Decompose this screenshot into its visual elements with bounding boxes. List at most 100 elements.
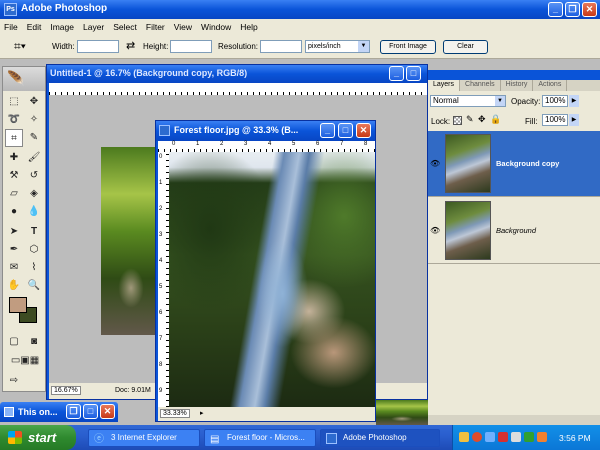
notes-tool-icon[interactable]: ✉ <box>5 259 23 277</box>
resolution-input[interactable] <box>260 40 302 53</box>
lock-label: Lock: <box>431 117 451 126</box>
tab-channels[interactable]: Channels <box>460 80 501 91</box>
crop-tool-icon[interactable]: ⌗▾ <box>14 39 26 54</box>
opacity-arrow-icon[interactable]: ▶ <box>569 95 579 107</box>
height-input[interactable] <box>170 40 212 53</box>
menu-item-image[interactable]: Image <box>50 22 74 32</box>
quick-mask-off-icon[interactable]: ▢ <box>5 333 23 351</box>
doc2-minimize-button[interactable]: _ <box>320 123 335 138</box>
task-internet-explorer[interactable]: ⓔ 3 Internet Explorer <box>88 429 200 447</box>
hand-tool-icon[interactable]: ✋ <box>5 277 23 295</box>
layer-row-background[interactable]: 👁 Background <box>428 198 600 264</box>
tray-icon-7[interactable] <box>537 432 547 442</box>
forest-image[interactable] <box>169 152 375 409</box>
mini-close-button[interactable]: ✕ <box>100 404 115 419</box>
doc1-horizontal-ruler <box>49 83 427 95</box>
ruler-label: 2 <box>159 206 163 212</box>
lock-all-icon[interactable]: 🔒 <box>490 114 501 125</box>
doc1-minimize-button[interactable]: _ <box>389 66 404 81</box>
dodge-tool-icon[interactable]: ● <box>5 203 23 221</box>
crop-tool-icon[interactable]: ⌗ <box>5 129 23 147</box>
lock-brush-icon[interactable]: ✎ <box>466 114 474 125</box>
minimized-window[interactable]: This on... ❐ □ ✕ <box>0 402 118 422</box>
tray-icon-5[interactable] <box>511 432 521 442</box>
tray-icon-3[interactable] <box>485 432 495 442</box>
screen-mode-icon[interactable]: ▭▣▦ <box>7 352 43 370</box>
mini-restore-button[interactable]: ❐ <box>66 404 81 419</box>
blur-tool-icon[interactable]: 💧 <box>25 203 43 221</box>
tray-icon-4[interactable] <box>498 432 508 442</box>
eraser-tool-icon[interactable]: ▱ <box>5 185 23 203</box>
fill-arrow-icon[interactable]: ▶ <box>569 114 579 126</box>
close-button[interactable]: ✕ <box>582 2 597 17</box>
foreground-color-swatch[interactable] <box>9 297 27 313</box>
doc2-title-bar[interactable]: Forest floor.jpg @ 33.3% (B... _ □ ✕ <box>156 121 375 141</box>
layer-name[interactable]: Background <box>496 226 536 235</box>
menu-item-filter[interactable]: Filter <box>146 22 165 32</box>
tab-actions[interactable]: Actions <box>533 80 568 91</box>
history-brush-tool-icon[interactable]: ↺ <box>25 167 43 185</box>
lock-move-icon[interactable]: ✥ <box>478 114 486 125</box>
type-tool-icon[interactable]: T <box>25 223 43 241</box>
tab-layers[interactable]: Layers <box>428 80 461 91</box>
brush-tool-icon[interactable]: 🖌 <box>25 149 43 167</box>
tray-icon-2[interactable] <box>472 432 482 442</box>
doc2-zoom[interactable]: 33.33% <box>160 409 190 418</box>
lasso-tool-icon[interactable]: ➰ <box>5 111 23 129</box>
magic-wand-tool-icon[interactable]: ✧ <box>25 111 43 129</box>
jump-to-imageready-icon[interactable]: ⇨ <box>5 372 23 390</box>
menu-item-layer[interactable]: Layer <box>83 22 104 32</box>
doc1-title-bar[interactable]: Untitled-1 @ 16.7% (Background copy, RGB… <box>47 65 427 83</box>
shape-tool-icon[interactable]: ⬡ <box>25 241 43 259</box>
paint-bucket-tool-icon[interactable]: ◈ <box>25 185 43 203</box>
eye-icon[interactable]: 👁 <box>430 159 440 168</box>
toolbox-header[interactable]: 🪶 <box>3 67 45 91</box>
zoom-tool-icon[interactable]: 🔍 <box>25 277 43 295</box>
tray-icon-1[interactable] <box>459 432 469 442</box>
units-select[interactable]: pixels/inch ▼ <box>305 40 370 53</box>
path-selection-tool-icon[interactable]: ➤ <box>5 223 23 241</box>
eyedropper-tool-icon[interactable]: ⌇ <box>25 259 43 277</box>
ruler-label: 6 <box>316 141 320 147</box>
healing-brush-tool-icon[interactable]: ✚ <box>5 149 23 167</box>
restore-button[interactable]: ❐ <box>565 2 580 17</box>
layer-name[interactable]: Background copy <box>496 159 559 168</box>
status-menu-arrow-icon[interactable]: ▸ <box>200 409 204 417</box>
menu-item-view[interactable]: View <box>174 22 192 32</box>
menu-item-window[interactable]: Window <box>201 22 231 32</box>
pen-tool-icon[interactable]: ✒ <box>5 241 23 259</box>
menu-item-edit[interactable]: Edit <box>27 22 42 32</box>
lock-transparency-icon[interactable] <box>453 116 462 125</box>
menu-item-file[interactable]: File <box>4 22 18 32</box>
ruler-label: 5 <box>159 284 163 290</box>
front-image-button[interactable]: Front Image <box>380 40 436 54</box>
document-window-forest-floor[interactable]: Forest floor.jpg @ 33.3% (B... _ □ ✕ 0 1 2… <box>155 120 376 422</box>
menu-item-help[interactable]: Help <box>240 22 257 32</box>
menu-item-select[interactable]: Select <box>113 22 137 32</box>
blend-mode-select[interactable]: Normal ▼ <box>430 95 506 107</box>
task-adobe-photoshop[interactable]: Adobe Photoshop <box>320 429 440 447</box>
slice-tool-icon[interactable]: ✎ <box>25 129 43 147</box>
fill-input[interactable]: 100% <box>542 114 568 126</box>
mini-maximize-button[interactable]: □ <box>83 404 98 419</box>
quick-mask-on-icon[interactable]: ◙ <box>25 333 43 351</box>
clear-button[interactable]: Clear <box>443 40 488 54</box>
clock[interactable]: 3:56 PM <box>559 433 591 443</box>
doc2-maximize-button[interactable]: □ <box>338 123 353 138</box>
doc2-close-button[interactable]: ✕ <box>356 123 371 138</box>
marquee-tool-icon[interactable]: ⬚ <box>5 93 23 111</box>
minimize-button[interactable]: _ <box>548 2 563 17</box>
doc1-zoom[interactable]: 16.67% <box>51 386 81 395</box>
swap-icon[interactable]: ⇄ <box>126 39 135 52</box>
layer-row-background-copy[interactable]: 👁 Background copy <box>428 131 600 197</box>
width-input[interactable] <box>77 40 119 53</box>
tray-icon-6[interactable] <box>524 432 534 442</box>
opacity-input[interactable]: 100% <box>542 95 568 107</box>
tab-history[interactable]: History <box>501 80 534 91</box>
move-tool-icon[interactable]: ✥ <box>25 93 43 111</box>
doc1-maximize-button[interactable]: □ <box>406 66 421 81</box>
clone-stamp-tool-icon[interactable]: ⚒ <box>5 167 23 185</box>
start-button[interactable]: start <box>0 425 76 450</box>
task-forest-floor[interactable]: ▤ Forest floor - Micros... <box>204 429 316 447</box>
eye-icon[interactable]: 👁 <box>430 226 440 235</box>
